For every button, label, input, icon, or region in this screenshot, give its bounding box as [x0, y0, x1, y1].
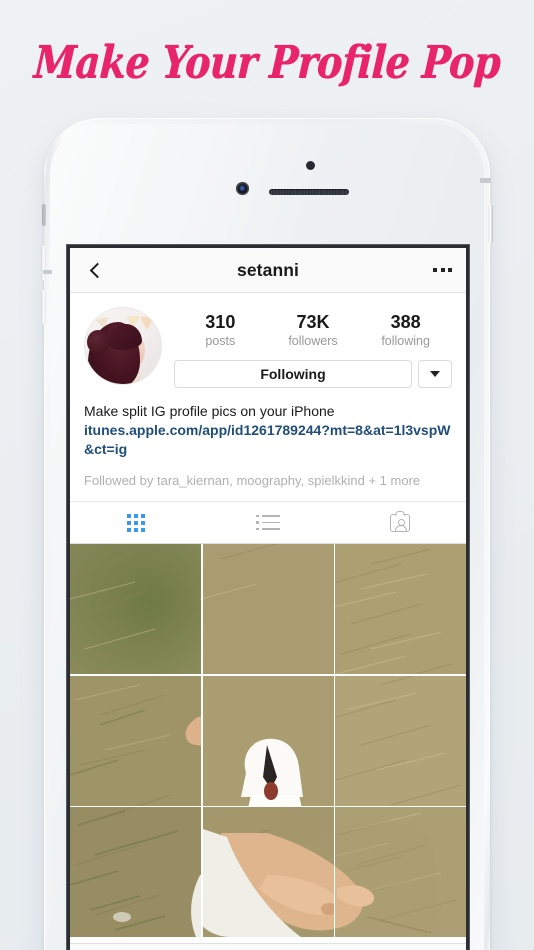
phone-screen: setanni 310 posts 73K followers 388 foll…	[70, 248, 466, 950]
profile-tab[interactable]	[387, 944, 466, 950]
more-options-icon[interactable]	[433, 268, 452, 272]
volume-down-button[interactable]	[41, 290, 46, 324]
stat-posts[interactable]: 310 posts	[185, 311, 255, 350]
stat-posts-label: posts	[205, 334, 236, 348]
more-dot	[433, 268, 437, 272]
page-title: Make Your Profile Pop	[32, 34, 502, 88]
grid-post[interactable]	[335, 544, 466, 674]
profile-stats-column: 310 posts 73K followers 388 following Fo…	[162, 307, 452, 388]
app-navbar: setanni	[70, 248, 466, 293]
bio-text: Make split IG profile pics on your iPhon…	[84, 403, 335, 419]
proximity-sensor-icon	[306, 161, 315, 170]
headline-banner: Make Your Profile Pop	[0, 26, 534, 96]
profile-bio: Make split IG profile pics on your iPhon…	[70, 388, 466, 459]
profile-tabbar	[70, 502, 466, 544]
tagged-photos-icon	[390, 513, 410, 532]
chevron-left-icon	[89, 262, 105, 278]
profile-header: 310 posts 73K followers 388 following Fo…	[70, 293, 466, 388]
app-bottom-nav	[70, 943, 466, 950]
grid-post[interactable]	[335, 807, 466, 937]
stat-following-label: following	[381, 334, 430, 348]
volume-up-button[interactable]	[41, 246, 46, 280]
split-photo-art	[202, 807, 334, 937]
add-post-tab[interactable]	[228, 944, 307, 950]
more-dot	[440, 268, 445, 272]
activity-tab[interactable]	[308, 944, 387, 950]
stat-following-value: 388	[390, 312, 421, 332]
profile-stats: 310 posts 73K followers 388 following	[174, 307, 452, 352]
home-tab[interactable]	[70, 944, 149, 950]
split-photo-art	[335, 544, 466, 674]
caret-down-icon	[430, 371, 440, 377]
person-glyph	[395, 518, 407, 531]
stat-posts-value: 310	[205, 312, 236, 332]
grid-tab[interactable]	[70, 502, 202, 543]
grid-icon	[127, 513, 145, 532]
split-photo-art	[335, 675, 466, 806]
avatar-bangs	[108, 324, 142, 350]
silent-switch[interactable]	[42, 204, 46, 226]
stat-following[interactable]: 388 following	[371, 311, 441, 350]
list-tab[interactable]	[202, 502, 334, 543]
list-icon	[256, 514, 280, 531]
more-dot	[448, 268, 452, 272]
split-photo-art	[202, 544, 334, 674]
following-button[interactable]: Following	[174, 360, 412, 388]
stat-followers-value: 73K	[296, 312, 330, 332]
split-photo-art	[70, 807, 201, 937]
split-photo-art	[70, 544, 201, 674]
front-camera-icon	[236, 182, 249, 195]
power-button[interactable]	[488, 204, 493, 244]
search-tab[interactable]	[149, 944, 228, 950]
bio-link[interactable]: itunes.apple.com/app/id1261789244?mt=8&a…	[84, 421, 452, 459]
avatar-pennant-icon	[140, 317, 154, 330]
stat-followers[interactable]: 73K followers	[278, 311, 348, 350]
iphone-mockup: setanni 310 posts 73K followers 388 foll…	[41, 118, 493, 950]
follow-dropdown-button[interactable]	[418, 360, 452, 388]
back-button[interactable]	[84, 257, 110, 283]
avatar[interactable]	[84, 307, 162, 385]
grid-post[interactable]	[70, 807, 201, 937]
grid-post[interactable]	[202, 544, 334, 674]
antenna-band-right	[480, 178, 491, 183]
profile-actions: Following	[174, 360, 452, 388]
earpiece-speaker-icon	[269, 189, 349, 195]
split-photo-art	[202, 675, 334, 806]
grid-post[interactable]	[202, 675, 334, 806]
grid-post[interactable]	[70, 675, 201, 806]
photo-grid	[70, 544, 466, 937]
grid-post[interactable]	[70, 544, 201, 674]
avatar-hair-bun	[87, 330, 109, 354]
grid-post[interactable]	[202, 807, 334, 937]
profile-username: setanni	[237, 259, 299, 280]
followed-by-text[interactable]: Followed by tara_kiernan, moography, spi…	[70, 459, 466, 502]
stat-followers-label: followers	[288, 334, 338, 348]
grid-post[interactable]	[335, 675, 466, 806]
split-photo-art	[335, 807, 466, 937]
antenna-band-left	[43, 270, 52, 274]
tagged-tab[interactable]	[334, 502, 466, 543]
split-photo-art	[70, 675, 201, 806]
